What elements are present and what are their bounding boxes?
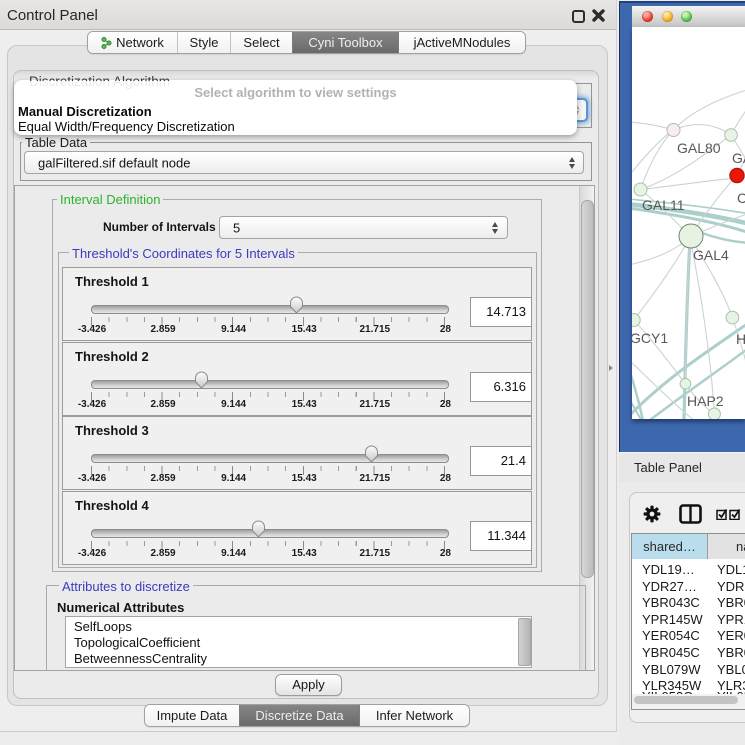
- svg-text:HAP2: HAP2: [687, 393, 724, 409]
- svg-text:H: H: [736, 331, 745, 347]
- svg-text:GAL11: GAL11: [642, 197, 685, 213]
- svg-text:GAL4: GAL4: [693, 247, 729, 263]
- svg-text:GA: GA: [732, 150, 745, 166]
- svg-text:CA: CA: [737, 190, 745, 206]
- svg-text:GAL80: GAL80: [677, 140, 721, 156]
- svg-text:GCY1: GCY1: [632, 330, 668, 346]
